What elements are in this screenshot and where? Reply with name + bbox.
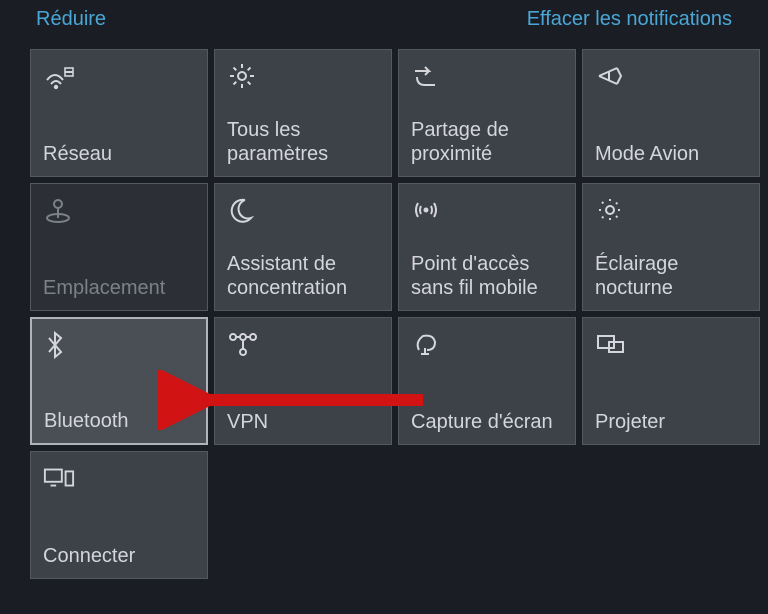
tile-project[interactable]: Projeter [582, 317, 760, 445]
tile-label: Éclairage nocturne [595, 252, 747, 300]
clear-notifications-link[interactable]: Effacer les notifications [527, 8, 732, 31]
collapse-link[interactable]: Réduire [36, 8, 106, 31]
tile-label: Point d'accès sans fil mobile [411, 252, 563, 300]
gear-icon [227, 60, 259, 92]
tile-label: Tous les paramètres [227, 118, 379, 166]
tile-label: Réseau [43, 142, 195, 166]
tile-label: Projeter [595, 410, 747, 434]
tile-focus-assist[interactable]: Assistant de concentration [214, 183, 392, 311]
tile-label: Assistant de concentration [227, 252, 379, 300]
moon-icon [227, 194, 259, 226]
snip-icon [411, 328, 443, 360]
tile-screen-snip[interactable]: Capture d'écran [398, 317, 576, 445]
tile-mobile-hotspot[interactable]: Point d'accès sans fil mobile [398, 183, 576, 311]
tile-connect[interactable]: Connecter [30, 451, 208, 579]
tile-label: Partage de proximité [411, 118, 563, 166]
action-center-header: Réduire Effacer les notifications [0, 0, 768, 49]
tile-label: Connecter [43, 544, 195, 568]
location-icon [43, 194, 75, 226]
tile-label: Capture d'écran [411, 410, 563, 434]
hotspot-icon [411, 194, 443, 226]
tile-label: Mode Avion [595, 142, 747, 166]
tile-label: VPN [227, 410, 379, 434]
tile-airplane-mode[interactable]: Mode Avion [582, 49, 760, 177]
project-icon [595, 328, 627, 360]
airplane-icon [595, 60, 627, 92]
share-icon [411, 60, 443, 92]
connect-icon [43, 462, 75, 494]
tile-label: Bluetooth [44, 409, 194, 433]
tile-network[interactable]: Réseau [30, 49, 208, 177]
tile-all-settings[interactable]: Tous les paramètres [214, 49, 392, 177]
tile-label: Emplacement [43, 276, 195, 300]
tile-vpn[interactable]: VPN [214, 317, 392, 445]
tile-bluetooth[interactable]: Bluetooth [30, 317, 208, 445]
tile-location[interactable]: Emplacement [30, 183, 208, 311]
wifi-icon [43, 60, 75, 92]
vpn-icon [227, 328, 259, 360]
tile-night-light[interactable]: Éclairage nocturne [582, 183, 760, 311]
tile-nearby-sharing[interactable]: Partage de proximité [398, 49, 576, 177]
brightness-icon [595, 194, 627, 226]
bluetooth-icon [44, 329, 76, 361]
quick-action-tiles: Réseau Tous les paramètres Partage de pr… [0, 49, 768, 579]
